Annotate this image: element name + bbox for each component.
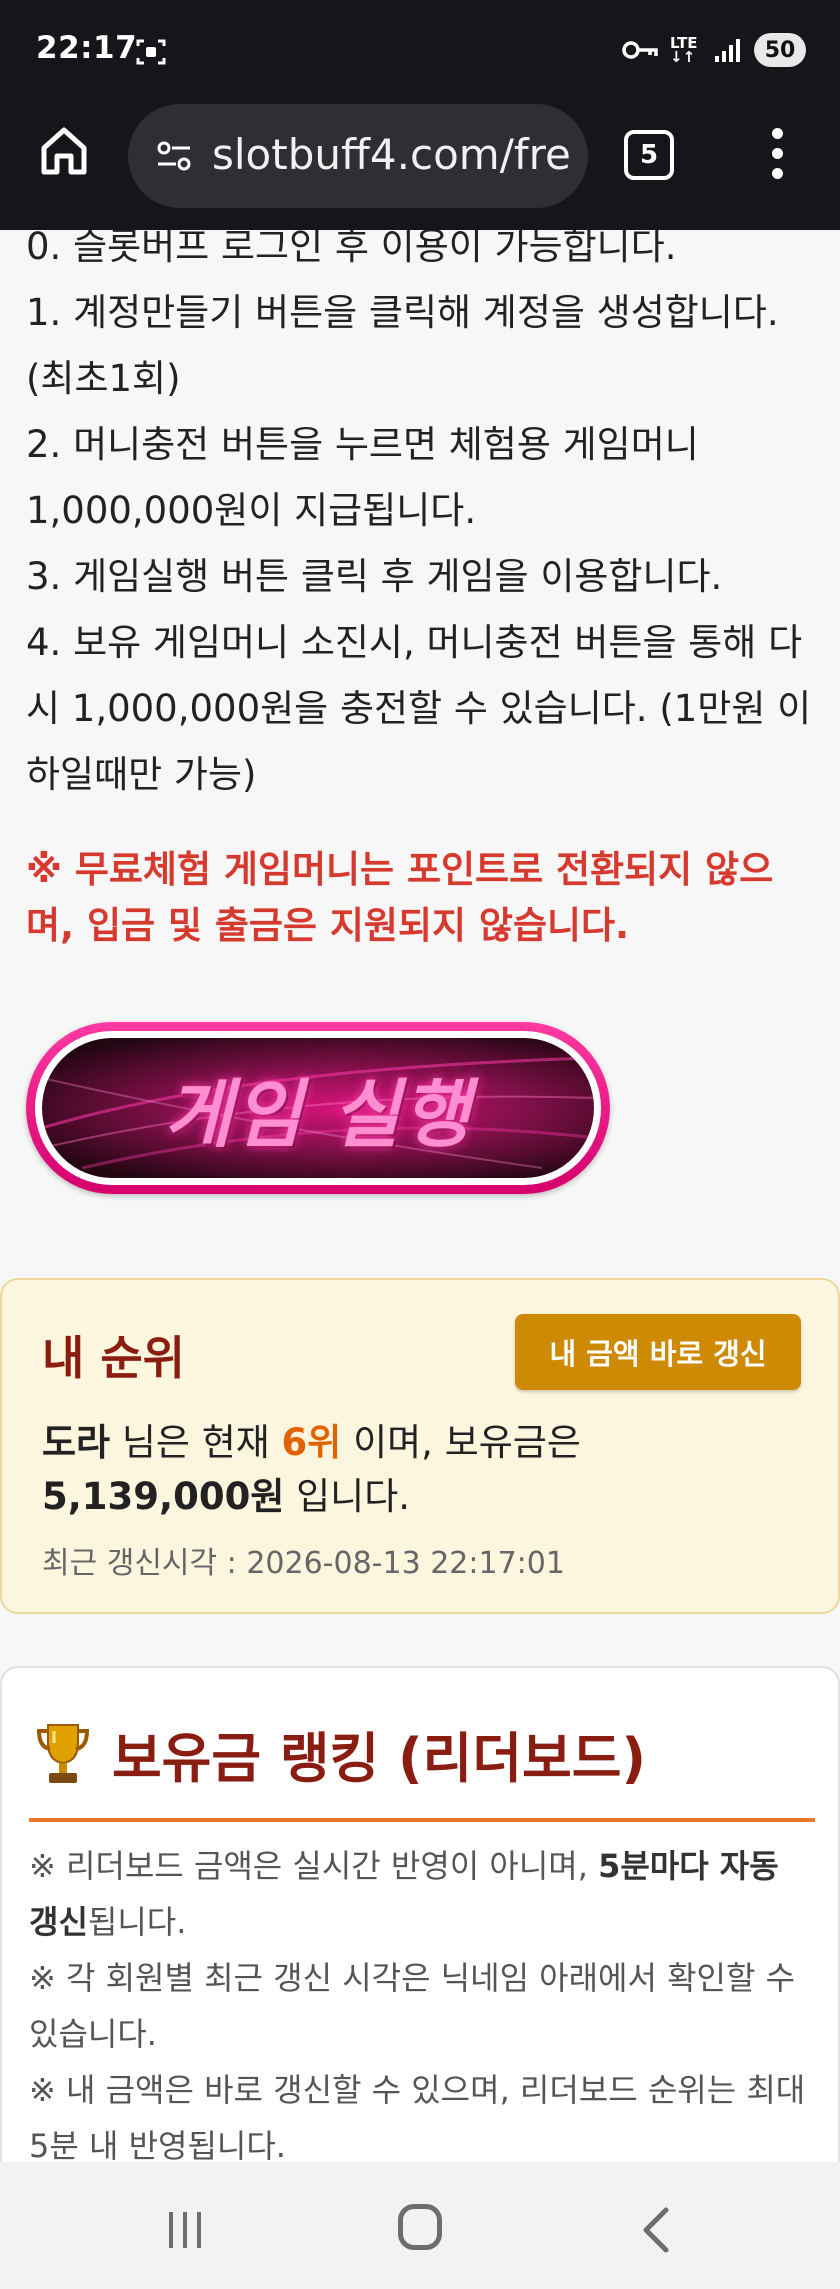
leaderboard-note: ※ 내 금액은 바로 갱신할 수 있으며, 리더보드 순위는 최대 5분 내 반… (29, 2071, 806, 2162)
instruction-step: 3. 게임실행 버튼 클릭 후 게임을 이용합니다. (26, 555, 723, 598)
money-notice: ※ 무료체험 게임머니는 포인트로 전환되지 않으며, 입금 및 출금은 지원되… (26, 848, 774, 947)
balance-amount: 5,139,000원 (42, 1475, 285, 1518)
last-updated: 최근 갱신시각 : 2026-08-13 22:17:01 (42, 1546, 565, 1581)
nickname: 도라 (42, 1421, 111, 1464)
status-bar: 22:17 LTE ↓↑ 50 (0, 0, 840, 100)
leaderboard-divider (29, 1818, 815, 1822)
browser-toolbar: slotbuff4.com/fre 5 (0, 100, 840, 230)
status-indicators: LTE ↓↑ 50 (622, 30, 806, 70)
refresh-amount-button[interactable]: 내 금액 바로 갱신 (515, 1314, 801, 1390)
recents-icon[interactable] (165, 2210, 205, 2250)
vpn-key-icon (622, 41, 658, 59)
balance-summary: 5,139,000원 입니다. (42, 1475, 411, 1518)
home-icon[interactable] (36, 122, 92, 178)
url-text[interactable]: slotbuff4.com/fre (212, 130, 571, 179)
system-nav-bar (0, 2162, 840, 2289)
rank-value: 6위 (281, 1421, 342, 1464)
leaderboard-title: 보유금 랭킹 (리더보드) (112, 1727, 647, 1790)
tabs-icon[interactable]: 5 (624, 130, 674, 180)
leaderboard-note: ※ 각 회원별 최근 갱신 시각은 닉네임 아래에서 확인할 수 있습니다. (29, 1959, 796, 2053)
instruction-step: 2. 머니충전 버튼을 누르면 체험용 게임머니 1,000,000원이 지급됩… (26, 423, 699, 532)
status-time: 22:17 (36, 30, 138, 66)
signal-icon (715, 39, 740, 62)
address-bar[interactable]: slotbuff4.com/fre (128, 104, 588, 208)
my-rank-title: 내 순위 (42, 1331, 185, 1385)
instruction-step: 1. 계정만들기 버튼을 클릭해 계정을 생성합니다.(최초1회) (26, 291, 779, 400)
leaderboard-notes: ※ 리더보드 금액은 실시간 반영이 아니며, 5분마다 자동 갱신됩니다. ※… (29, 1838, 815, 2162)
last-updated-time: 2026-08-13 22:17:01 (246, 1546, 565, 1581)
screenshot-icon (136, 39, 166, 65)
leaderboard-note: ※ 리더보드 금액은 실시간 반영이 아니며, 5분마다 자동 갱신됩니다. (29, 1847, 779, 1941)
more-vert-icon[interactable] (764, 128, 790, 184)
instruction-list: 0. 슬롯버프 로그인 후 이용이 가능합니다. 1. 계정만들기 버튼을 클릭… (26, 230, 816, 808)
instruction-step: 0. 슬롯버프 로그인 후 이용이 가능합니다. (26, 230, 677, 268)
instruction-step: 4. 보유 게임머니 소진시, 머니충전 버튼을 통해 다시 1,000,000… (26, 621, 812, 796)
back-icon[interactable] (636, 2206, 676, 2254)
tune-icon[interactable] (156, 138, 192, 174)
trophy-icon (36, 1723, 90, 1783)
game-start-label: 게임 실행 (163, 1071, 473, 1158)
game-start-button[interactable]: 게임 실행 (26, 1022, 610, 1194)
home-nav-icon[interactable] (398, 2204, 442, 2250)
page-content: 0. 슬롯버프 로그인 후 이용이 가능합니다. 1. 계정만들기 버튼을 클릭… (0, 230, 840, 2162)
leaderboard-card: 보유금 랭킹 (리더보드) ※ 리더보드 금액은 실시간 반영이 아니며, 5분… (0, 1666, 840, 2162)
my-rank-card: 내 순위 내 금액 바로 갱신 도라 님은 현재 6위 이며, 보유금은 5,1… (0, 1278, 840, 1614)
lte-icon: LTE ↓↑ (670, 34, 698, 66)
battery-icon: 50 (754, 33, 806, 67)
rank-summary: 도라 님은 현재 6위 이며, 보유금은 (42, 1421, 581, 1464)
leaderboard-header: 보유금 랭킹 (리더보드) (36, 1714, 646, 1793)
